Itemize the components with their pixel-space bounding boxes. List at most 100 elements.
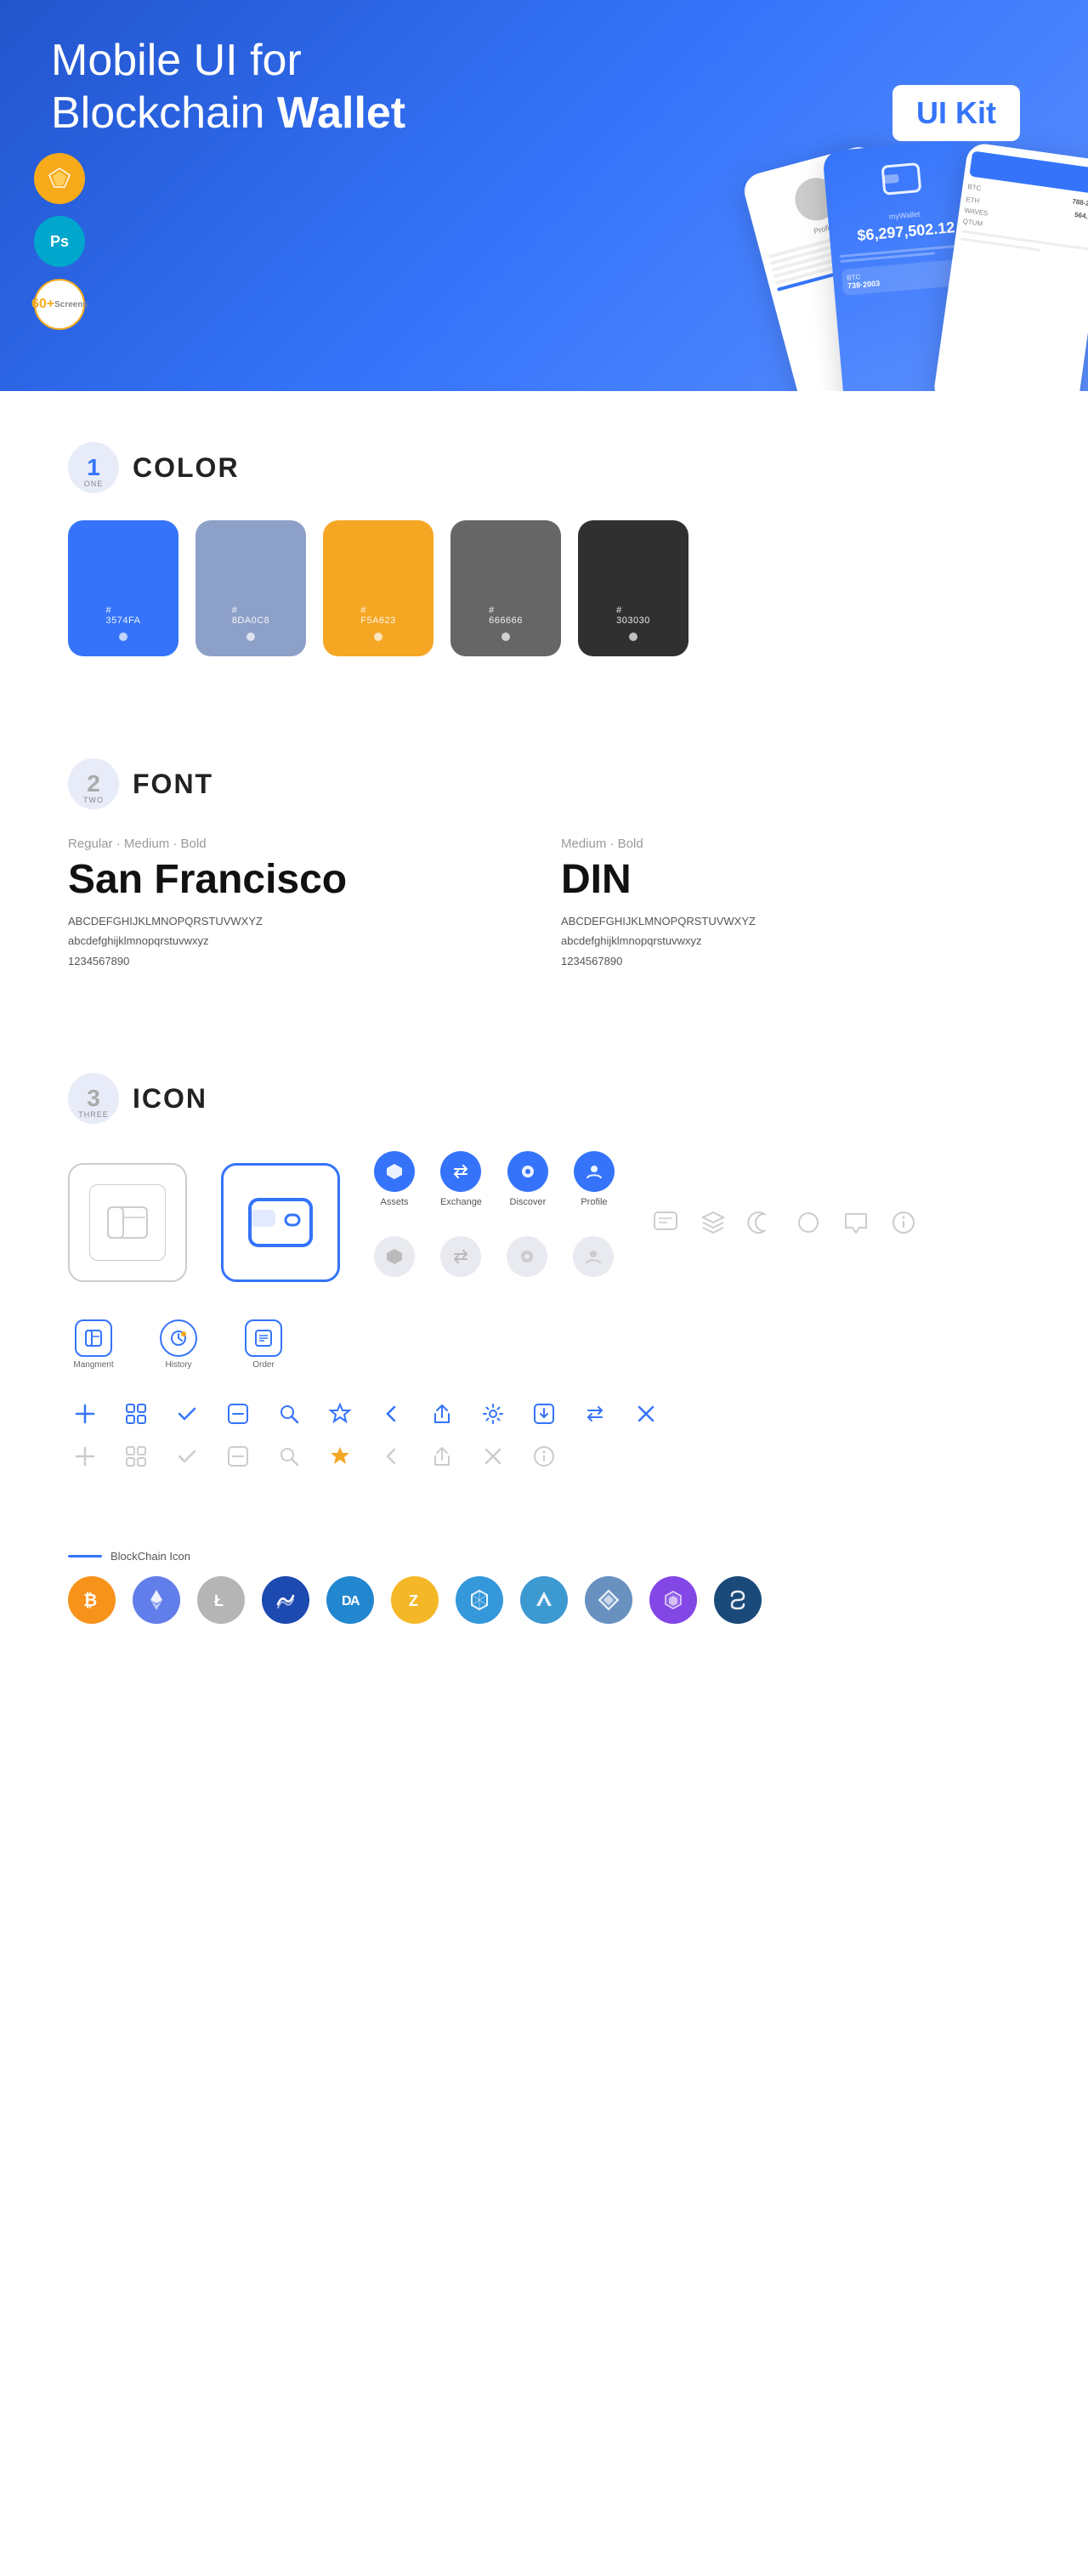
swatch-gray-label: #666666 [489,605,523,626]
color-section-title: COLOR [133,452,240,484]
close-icon-gray [476,1439,510,1473]
icon-large-demos: Assets Exchange [68,1151,1020,1294]
icon-blueprint-inner [89,1184,166,1261]
small-icons-blue [68,1397,1020,1473]
font-sf-style: Regular · Medium · Bold [68,837,527,851]
exchange-gray-icon [440,1236,481,1277]
icon-management: Mangment [68,1319,119,1370]
coins-row: ₿ Ł D A [68,1576,1020,1624]
font-din-nums: 1234567890 [561,951,1020,971]
blockchain-line [68,1555,102,1558]
profile-icon [574,1151,615,1192]
discover-icon [507,1151,548,1192]
blockchain-label-row: BlockChain Icon [68,1550,1020,1563]
icon-row-gray-circles [374,1236,615,1277]
coin-nem [585,1576,632,1624]
coin-lisk [520,1576,568,1624]
minus-box-icon-blue [221,1397,255,1431]
icon-labeled-group: Assets Exchange [374,1151,615,1294]
order-label: Order [252,1360,275,1370]
swatch-orange-label: #F5A623 [360,605,396,626]
info-icon [887,1206,921,1240]
coin-matic [649,1576,697,1624]
icon-profile: Profile [574,1151,615,1207]
circle-icon [791,1206,825,1240]
svg-text:Ł: Ł [214,1592,224,1609]
icon-assets-gray [374,1236,415,1277]
management-label: Mangment [73,1360,113,1370]
icon-wallet-blue [221,1163,340,1282]
search-icon-blue [272,1397,306,1431]
moon-icon [744,1206,778,1240]
screens-badge: 60+ Screens [34,279,85,330]
share-icon-gray [425,1439,459,1473]
icon-profile-gray [573,1236,614,1277]
section-num-icon: 3 THREE [68,1073,119,1124]
font-grid: Regular · Medium · Bold San Francisco AB… [68,837,1020,971]
font-din: Medium · Bold DIN ABCDEFGHIJKLMNOPQRSTUV… [561,837,1020,971]
swatch-blue: #3574FA [68,520,178,656]
icon-exchange-gray [440,1236,481,1277]
icon-history: History [153,1319,204,1370]
back-icon-blue [374,1397,408,1431]
assets-icon [374,1151,415,1192]
chat-icon [649,1206,683,1240]
swatch-dark-label: #303030 [616,605,650,626]
profile-label: Profile [581,1197,607,1207]
icon-order: Order [238,1319,289,1370]
discover-gray-icon [507,1236,547,1277]
hero-section: Mobile UI for Blockchain Wallet Ps 60+ S… [0,0,1088,391]
swatch-blue-label: #3574FA [106,605,141,626]
switch-icon-blue [578,1397,612,1431]
star-icon-orange [323,1439,357,1473]
exchange-icon [440,1151,481,1192]
font-din-name: DIN [561,856,1020,903]
font-sf-nums: 1234567890 [68,951,527,971]
tool-badges: Ps 60+ Screens [34,153,85,330]
order-icon [245,1319,282,1357]
star-icon-blue [323,1397,357,1431]
gear-icon-blue [476,1397,510,1431]
profile-gray-icon [573,1236,614,1277]
coin-ethereum [133,1576,180,1624]
section-num-color: 1 ONE [68,442,119,493]
font-section: 2 TWO FONT Regular · Medium · Bold San F… [0,707,1088,1022]
history-icon [160,1319,197,1357]
swatch-orange: #F5A623 [323,520,434,656]
small-icons-row2-gray [68,1439,1020,1473]
svg-text:A: A [350,1594,360,1609]
icon-discover-gray [507,1236,547,1277]
download-box-icon-blue [527,1397,561,1431]
font-din-lower: abcdefghijklmnopqrstuvwxyz [561,931,1020,950]
coin-dash: D A [326,1576,374,1624]
swatch-grayblue: #8DA0C8 [196,520,306,656]
icon-section-title: ICON [133,1083,207,1115]
coin-litecoin: Ł [197,1576,245,1624]
svg-text:Z: Z [409,1592,418,1609]
icon-row-blue-circles: Assets Exchange [374,1151,615,1207]
discover-label: Discover [510,1197,547,1207]
icon-bottom-labeled: Mangment History Order [68,1319,1020,1370]
small-icons-row1 [68,1397,1020,1431]
coin-skale [714,1576,762,1624]
share-icon-blue [425,1397,459,1431]
assets-gray-icon [374,1236,415,1277]
ui-kit-badge: UI Kit [892,85,1020,141]
coin-waves [262,1576,309,1624]
check-icon-gray [170,1439,204,1473]
coin-bitcoin: ₿ [68,1576,116,1624]
sketch-badge [34,153,85,204]
plus-icon-blue [68,1397,102,1431]
icon-section: 3 THREE ICON [0,1022,1088,1533]
font-din-upper: ABCDEFGHIJKLMNOPQRSTUVWXYZ [561,911,1020,931]
ps-badge: Ps [34,216,85,267]
blockchain-label: BlockChain Icon [110,1550,190,1563]
ps-label: Ps [50,233,69,251]
font-din-style: Medium · Bold [561,837,1020,851]
font-section-title: FONT [133,769,213,800]
hero-title: Mobile UI for Blockchain Wallet [51,34,493,140]
minus-box-gray [221,1439,255,1473]
screens-count: 60+ [31,297,54,312]
font-sf-name: San Francisco [68,856,527,903]
phone-mockups: Profile myWallet $6,297,502.12 [756,136,1088,391]
